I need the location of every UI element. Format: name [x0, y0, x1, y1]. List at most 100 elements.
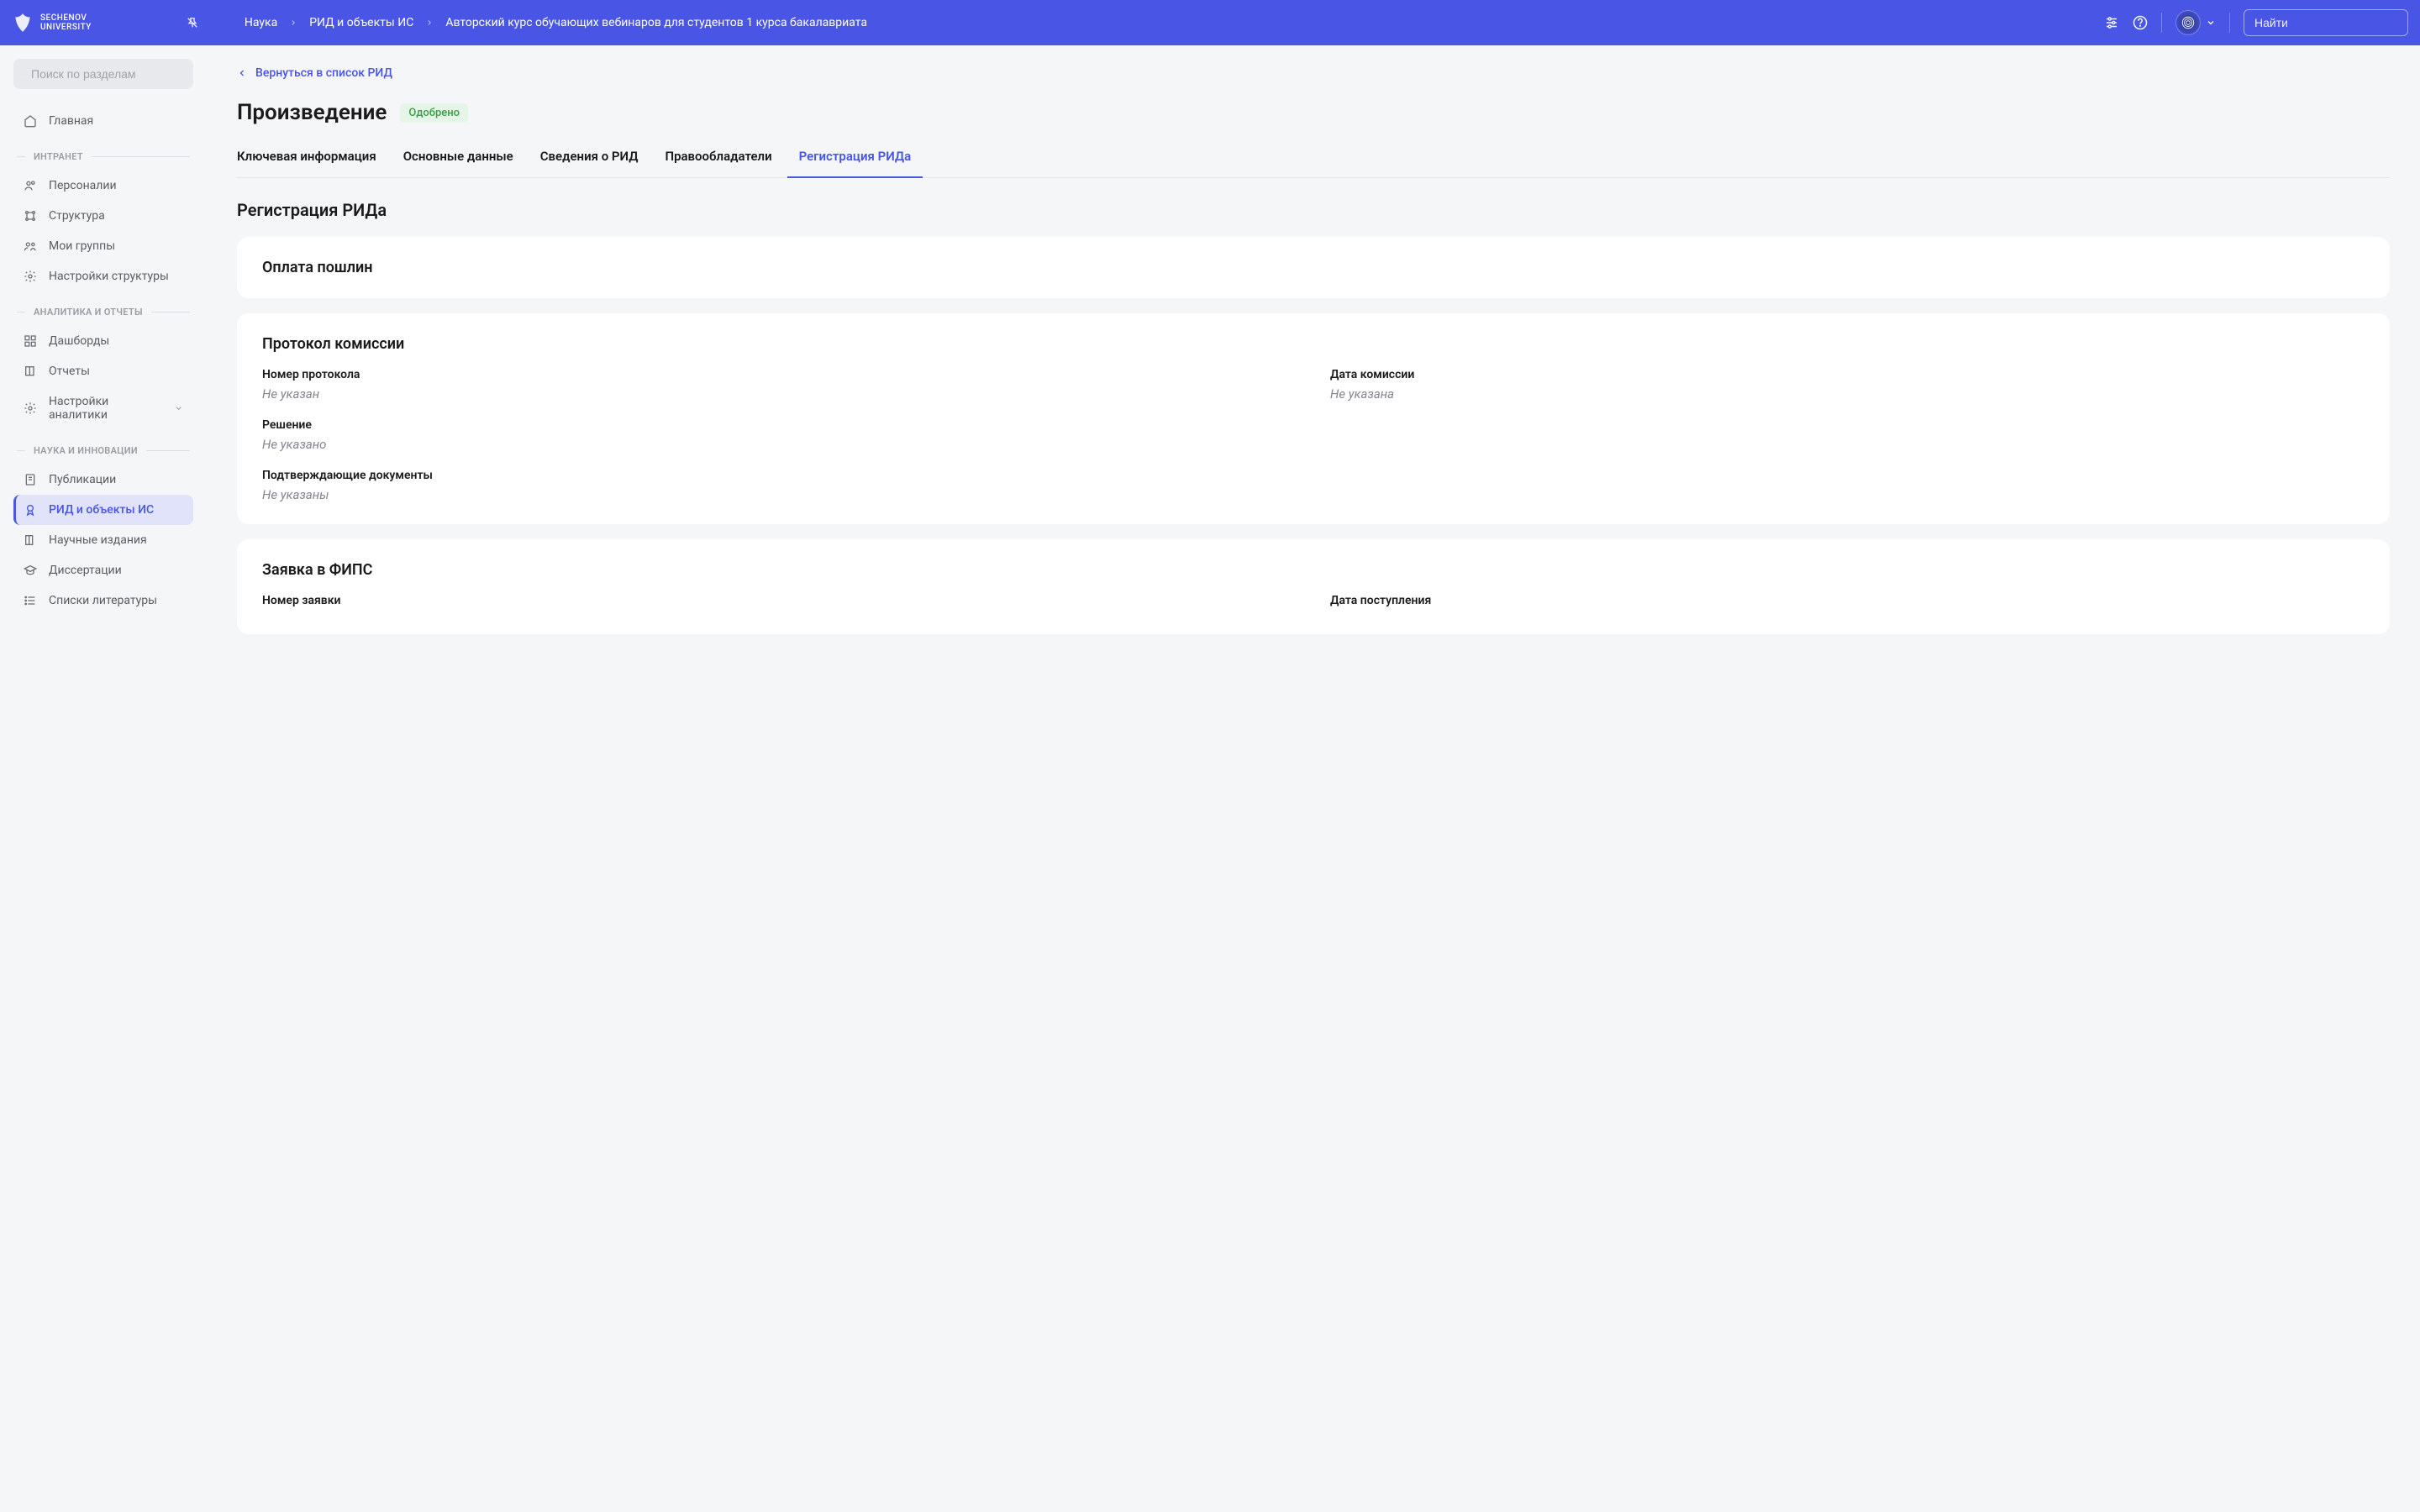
- sidebar-item-publications[interactable]: Публикации: [13, 465, 193, 495]
- card-title: Протокол комиссии: [262, 335, 2365, 353]
- field-docs: Подтверждающие документы Не указаны: [262, 469, 2365, 502]
- sidebar-item-analytics-settings[interactable]: Настройки аналитики: [13, 386, 193, 430]
- field-label: Подтверждающие документы: [262, 469, 2365, 482]
- sidebar-label: Публикации: [49, 473, 116, 486]
- sidebar-item-sci-editions[interactable]: Научные издания: [13, 525, 193, 555]
- pin-toggle[interactable]: [186, 16, 199, 29]
- sidebar-item-dissertations[interactable]: Диссертации: [13, 555, 193, 585]
- sidebar-label: Структура: [49, 209, 105, 223]
- logo-icon: [12, 12, 34, 34]
- section-heading: Регистрация РИДа: [237, 200, 2390, 220]
- field-protocol-date: Дата комиссии Не указана: [1330, 368, 2365, 402]
- home-icon: [24, 114, 37, 128]
- help-icon[interactable]: [2133, 15, 2148, 30]
- sidebar-item-references[interactable]: Списки литературы: [13, 585, 193, 616]
- user-menu[interactable]: [2175, 10, 2216, 35]
- field-value: Не указан: [262, 386, 1297, 402]
- divider: [2161, 13, 2162, 33]
- field-label: Решение: [262, 418, 2365, 432]
- card-protocol: Протокол комиссии Номер протокола Не ука…: [237, 313, 2390, 524]
- structure-icon: [24, 209, 37, 223]
- sidebar-item-dashboards[interactable]: Дашборды: [13, 326, 193, 356]
- tab-rightsholders[interactable]: Правообладатели: [665, 149, 771, 177]
- global-search-input[interactable]: [2254, 16, 2407, 29]
- back-link[interactable]: Вернуться в список РИД: [237, 66, 392, 80]
- sidebar-search[interactable]: [13, 59, 193, 89]
- header-actions: [2104, 9, 2408, 36]
- tab-rid-info[interactable]: Сведения о РИД: [540, 149, 639, 177]
- logo-text-2: University: [40, 23, 92, 32]
- document-icon: [24, 473, 37, 486]
- field-app-date: Дата поступления: [1330, 594, 2365, 612]
- divider: [2229, 13, 2230, 33]
- gear-icon: [24, 270, 37, 283]
- books-icon: [24, 533, 37, 547]
- avatar: [2175, 10, 2201, 35]
- sidebar-label: Диссертации: [49, 564, 122, 577]
- sidebar-label: Отчеты: [49, 365, 90, 378]
- chevron-right-icon: [289, 18, 297, 27]
- sidebar-search-input[interactable]: [31, 67, 183, 81]
- sidebar-item-reports[interactable]: Отчеты: [13, 356, 193, 386]
- section-header-science: НАУКА И ИННОВАЦИИ: [13, 445, 193, 456]
- card-title: Заявка в ФИПС: [262, 561, 2365, 579]
- sidebar-label: РИД и объекты ИС: [49, 503, 154, 517]
- tabs: Ключевая информация Основные данные Свед…: [237, 149, 2390, 178]
- sidebar-label: Списки литературы: [49, 594, 157, 607]
- breadcrumb-item-1[interactable]: РИД и объекты ИС: [309, 16, 413, 29]
- sidebar-label: Персоналии: [49, 179, 117, 192]
- section-header-analytics: АНАЛИТИКА И ОТЧЕТЫ: [13, 307, 193, 318]
- field-value: Не указано: [262, 437, 2365, 452]
- tab-main-data[interactable]: Основные данные: [403, 149, 513, 177]
- chevron-down-icon: [174, 403, 183, 413]
- sidebar-item-structure[interactable]: Структура: [13, 201, 193, 231]
- main-content: Вернуться в список РИД Произведение Одоб…: [207, 45, 2420, 1512]
- tab-registration[interactable]: Регистрация РИДа: [799, 149, 912, 177]
- pin-icon: [186, 16, 199, 29]
- sidebar-label: Дашборды: [49, 334, 109, 348]
- chevron-left-icon: [237, 68, 247, 78]
- card-fees: Оплата пошлин: [237, 237, 2390, 298]
- field-label: Номер заявки: [262, 594, 1297, 607]
- field-decision: Решение Не указано: [262, 418, 2365, 452]
- field-app-number: Номер заявки: [262, 594, 1297, 612]
- field-value: Не указаны: [262, 487, 2365, 502]
- gear-icon: [24, 402, 37, 415]
- chevron-right-icon: [425, 18, 434, 27]
- book-icon: [24, 365, 37, 378]
- graduation-icon: [24, 564, 37, 577]
- sidebar-label: Главная: [49, 114, 93, 128]
- page-title-row: Произведение Одобрено: [237, 100, 2390, 125]
- logo[interactable]: Sechenov University: [12, 12, 92, 34]
- users-icon: [24, 179, 37, 192]
- field-label: Дата поступления: [1330, 594, 2365, 607]
- status-badge: Одобрено: [400, 103, 468, 123]
- sidebar-label: Настройки аналитики: [49, 395, 162, 422]
- field-value: Не указана: [1330, 386, 2365, 402]
- field-label: Дата комиссии: [1330, 368, 2365, 381]
- sidebar-label: Научные издания: [49, 533, 147, 547]
- fingerprint-icon: [2181, 15, 2196, 30]
- top-header: Sechenov University Наука РИД и объекты …: [0, 0, 2420, 45]
- breadcrumb-item-2: Авторский курс обучающих вебинаров для с…: [445, 16, 867, 29]
- sidebar-item-rid[interactable]: РИД и объекты ИС: [13, 495, 193, 525]
- groups-icon: [24, 239, 37, 253]
- card-fips: Заявка в ФИПС Номер заявки Дата поступле…: [237, 539, 2390, 634]
- award-icon: [24, 503, 37, 517]
- sidebar-label: Настройки структуры: [49, 270, 169, 283]
- sidebar-item-home[interactable]: Главная: [13, 106, 193, 136]
- breadcrumb: Наука РИД и объекты ИС Авторский курс об…: [245, 16, 867, 29]
- sidebar-label: Мои группы: [49, 239, 115, 253]
- settings-sliders-icon[interactable]: [2104, 15, 2119, 30]
- breadcrumb-item-0[interactable]: Наука: [245, 16, 277, 29]
- section-header-intranet: ИНТРАНЕТ: [13, 151, 193, 162]
- card-title: Оплата пошлин: [262, 259, 2365, 276]
- sidebar-item-mygroups[interactable]: Мои группы: [13, 231, 193, 261]
- chevron-down-icon: [2206, 18, 2216, 28]
- sidebar: Главная ИНТРАНЕТ Персоналии Структура Мо…: [0, 45, 207, 1512]
- global-search[interactable]: [2244, 9, 2408, 36]
- sidebar-item-personalii[interactable]: Персоналии: [13, 171, 193, 201]
- sidebar-item-structure-settings[interactable]: Настройки структуры: [13, 261, 193, 291]
- tab-key-info[interactable]: Ключевая информация: [237, 149, 376, 177]
- field-protocol-number: Номер протокола Не указан: [262, 368, 1297, 402]
